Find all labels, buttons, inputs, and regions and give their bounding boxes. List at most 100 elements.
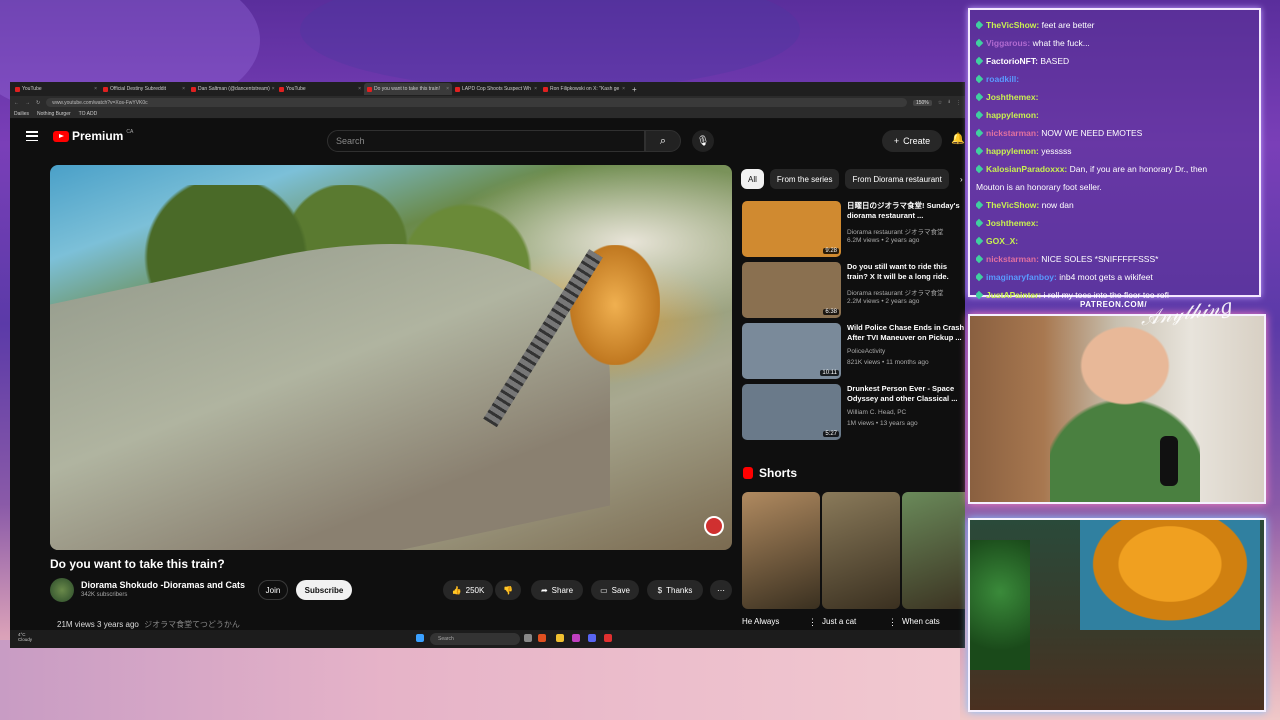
browser-tab[interactable]: YouTube × — [12, 83, 100, 95]
reload-icon[interactable]: ↻ — [36, 100, 40, 106]
chat-username[interactable]: TheVicShow: — [986, 20, 1039, 30]
chat-username[interactable]: GOX_X: — [986, 236, 1018, 246]
zoom-level[interactable]: 150% — [912, 99, 932, 106]
browser-taskbar-icon[interactable] — [538, 634, 546, 642]
close-tab-icon[interactable]: × — [622, 86, 625, 92]
obs-taskbar-icon[interactable] — [604, 634, 612, 642]
short-thumbnail[interactable] — [822, 492, 900, 609]
menu-icon[interactable]: ⋮ — [956, 100, 961, 106]
taskbar-search[interactable]: Search — [430, 633, 520, 645]
forward-icon[interactable]: → — [25, 100, 30, 106]
close-tab-icon[interactable]: × — [446, 86, 449, 92]
chat-username[interactable]: imaginaryfanboy: — [986, 272, 1057, 282]
chat-username[interactable]: JustAPainter: — [986, 290, 1041, 300]
youtube-logo[interactable]: Premium CA — [53, 129, 133, 143]
short-title[interactable]: He Always — [742, 617, 779, 626]
recommended-channel[interactable]: Diorama restaurant ジオラマ食堂 — [847, 287, 943, 297]
chat-username[interactable]: roadkill: — [986, 74, 1019, 84]
recommended-channel[interactable]: William C. Head, PC — [847, 409, 906, 416]
discord-taskbar-icon[interactable] — [588, 634, 596, 642]
close-tab-icon[interactable]: × — [358, 86, 361, 92]
notifications-bell-icon[interactable]: 🔔 — [951, 132, 965, 145]
chat-username[interactable]: Joshthemex: — [986, 218, 1038, 228]
chevron-right-icon[interactable]: › — [960, 175, 963, 184]
weather-widget[interactable]: 4°C Cloudy — [18, 632, 32, 642]
browser-window: YouTube × Official Destiny Subreddit × Dan S… — [10, 82, 965, 648]
bookmark-dailies[interactable]: Dailies — [14, 111, 29, 117]
browser-tab[interactable]: Ron Filipkowski on X: "Kash ge × — [540, 83, 628, 95]
app-taskbar-icon[interactable] — [572, 634, 580, 642]
short-more-icon[interactable]: ⋮ — [808, 617, 817, 628]
chat-username[interactable]: KalosianParadoxxx: — [986, 164, 1067, 174]
short-thumbnail[interactable] — [902, 492, 965, 609]
browser-tab[interactable]: LAPD Cop Shoots Suspect Wh × — [452, 83, 540, 95]
recommended-video[interactable]: 5:27 Drunkest Person Ever - Space Odyssey… — [742, 384, 962, 440]
bookmark-nothing-burger[interactable]: Nothing Burger — [37, 111, 71, 117]
bookmark-to-add[interactable]: TO ADD — [79, 111, 98, 117]
more-actions-button[interactable]: ⋯ — [710, 580, 732, 600]
video-thumbnail[interactable]: 9:28 — [742, 201, 841, 257]
video-thumbnail[interactable]: 6:38 — [742, 262, 841, 318]
recommended-video[interactable]: 9:28 日曜日のジオラマ食堂! Sunday's diorama restaur… — [742, 201, 962, 257]
short-title[interactable]: When cats — [902, 617, 940, 626]
channel-name[interactable]: Diorama Shokudo -Dioramas and Cats — [81, 580, 245, 590]
star-icon[interactable]: ☆ — [938, 100, 942, 106]
channel-watermark-icon[interactable] — [704, 516, 724, 536]
search-input[interactable]: Search — [327, 130, 645, 152]
recommended-video[interactable]: 6:38 Do you still want to ride this train… — [742, 262, 962, 318]
chat-username[interactable]: TheVicShow: — [986, 200, 1039, 210]
recommended-title[interactable]: Drunkest Person Ever - Space Odyssey and… — [847, 384, 965, 404]
recommended-video[interactable]: 10:11 Wild Police Chase Ends in Crash Aft… — [742, 323, 965, 379]
browser-tab[interactable]: Do you want to take this train! × — [364, 83, 452, 95]
chat-username[interactable]: nickstarman: — [986, 128, 1039, 138]
recommended-channel[interactable]: PoliceActivity — [847, 348, 885, 355]
short-more-icon[interactable]: ⋮ — [888, 617, 897, 628]
url-input[interactable]: www.youtube.com/watch?v=Xos-FwYVK0c — [46, 98, 907, 107]
filter-chips: All From the series From Diorama restaur… — [741, 169, 949, 189]
search-button[interactable]: ⌕ — [645, 130, 681, 152]
tab-label: Official Destiny Subreddit — [110, 86, 167, 92]
video-thumbnail[interactable]: 10:11 — [742, 323, 841, 379]
short-thumbnail[interactable] — [742, 492, 820, 609]
chat-username[interactable]: Joshthemex: — [986, 92, 1038, 102]
close-tab-icon[interactable]: × — [182, 86, 185, 92]
short-title[interactable]: Just a cat — [822, 617, 856, 626]
close-tab-icon[interactable]: × — [534, 86, 537, 92]
channel-avatar[interactable] — [50, 578, 74, 602]
join-button[interactable]: Join — [258, 580, 288, 600]
windows-start-icon[interactable] — [416, 634, 424, 642]
chip-all[interactable]: All — [741, 169, 764, 189]
browser-tab[interactable]: Dan Saltman (@dancentstream) × — [188, 83, 276, 95]
back-icon[interactable]: ← — [14, 100, 19, 106]
share-button[interactable]: ➦ Share — [531, 580, 583, 600]
browser-tab[interactable]: Official Destiny Subreddit × — [100, 83, 188, 95]
new-tab-icon[interactable]: + — [632, 85, 637, 94]
chat-username[interactable]: FactorioNFT: — [986, 56, 1038, 66]
recommended-title[interactable]: Do you still want to ride this train? X … — [847, 262, 965, 282]
recommended-title[interactable]: 日曜日のジオラマ食堂! Sunday's diorama restaurant … — [847, 201, 965, 221]
chip-from-series[interactable]: From the series — [769, 169, 840, 189]
hamburger-menu-icon[interactable] — [26, 131, 38, 141]
file-explorer-icon[interactable] — [556, 634, 564, 642]
close-tab-icon[interactable]: × — [272, 86, 275, 92]
chat-username[interactable]: happylemon: — [986, 146, 1039, 156]
chat-username[interactable]: Viggarous: — [986, 38, 1030, 48]
thanks-button[interactable]: $ Thanks — [647, 580, 703, 600]
subscribe-button[interactable]: Subscribe — [296, 580, 352, 600]
dislike-button[interactable]: 👎 — [495, 580, 521, 600]
recommended-channel[interactable]: Diorama restaurant ジオラマ食堂 — [847, 226, 943, 236]
task-view-icon[interactable] — [524, 634, 532, 642]
like-button[interactable]: 👍 250K — [443, 580, 493, 600]
video-thumbnail[interactable]: 5:27 — [742, 384, 841, 440]
save-button[interactable]: ▭ Save — [591, 580, 639, 600]
create-button[interactable]: + Create — [882, 130, 942, 152]
video-player[interactable] — [50, 165, 732, 550]
close-tab-icon[interactable]: × — [94, 86, 97, 92]
chat-username[interactable]: happylemon: — [986, 110, 1039, 120]
recommended-title[interactable]: Wild Police Chase Ends in Crash After TV… — [847, 323, 965, 343]
microphone-button[interactable]: 🎙 — [692, 130, 714, 152]
browser-tab[interactable]: YouTube × — [276, 83, 364, 95]
chat-username[interactable]: nickstarman: — [986, 254, 1039, 264]
download-icon[interactable]: ⭳ — [948, 99, 950, 107]
chip-from-channel[interactable]: From Diorama restaurant — [845, 169, 949, 189]
